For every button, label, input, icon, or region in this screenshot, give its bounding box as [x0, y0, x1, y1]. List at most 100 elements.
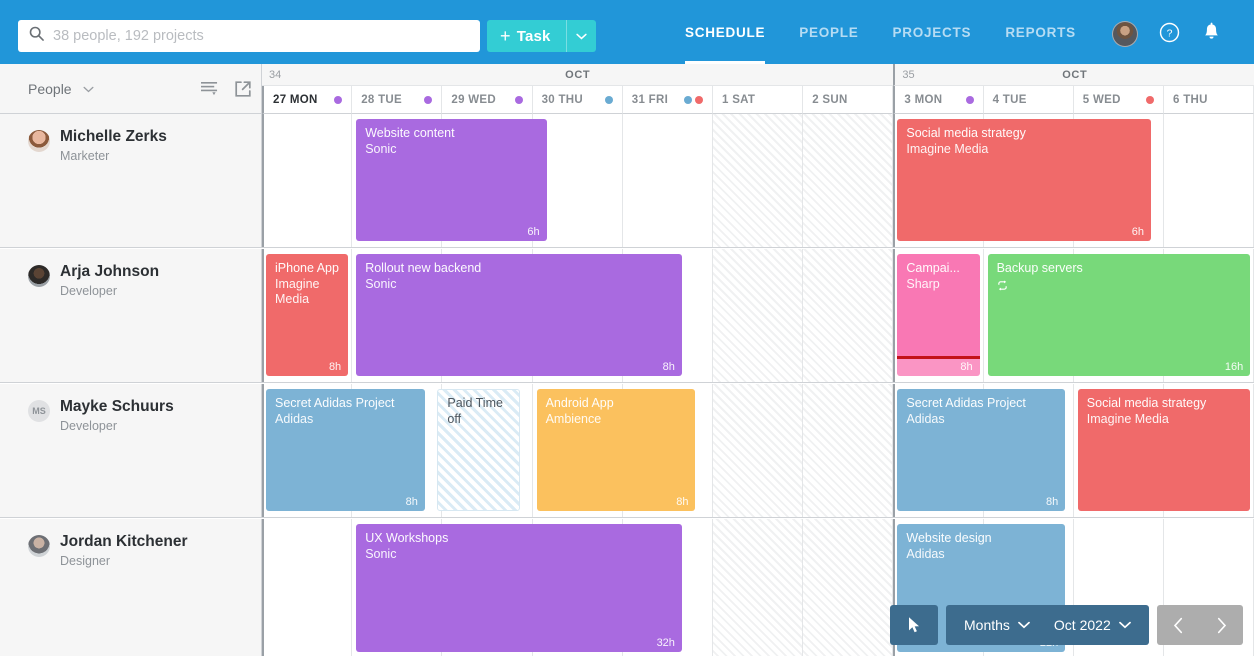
external-link-icon[interactable]: [234, 80, 252, 103]
event-dot: [334, 96, 342, 104]
task-project: Adidas: [266, 412, 425, 428]
day-header-cell[interactable]: 4 TUE: [984, 86, 1074, 114]
day-header-cell[interactable]: 1 SAT: [713, 86, 803, 114]
person-role: Designer: [60, 554, 187, 568]
task-project: Sonic: [356, 142, 546, 158]
day-label: 4 TUE: [993, 94, 1027, 106]
task-block[interactable]: Backup servers16h: [988, 254, 1251, 376]
task-block[interactable]: iPhone AppImagine Media8h: [266, 254, 348, 376]
day-event-dots: [424, 96, 432, 104]
month-label: OCT: [895, 69, 1254, 81]
next-period-button[interactable]: [1200, 605, 1243, 645]
task-block[interactable]: Secret Adidas ProjectAdidas8h: [897, 389, 1065, 511]
day-label: 30 THU: [542, 94, 583, 106]
day-header-cell[interactable]: 27 MON: [262, 86, 352, 114]
day-column-cell[interactable]: [623, 114, 713, 247]
task-title: Social media strategy: [1078, 389, 1250, 412]
task-block[interactable]: Secret Adidas ProjectAdidas8h: [266, 389, 425, 511]
task-project: Sharp: [897, 277, 979, 293]
day-header-cell[interactable]: 31 FRI: [623, 86, 713, 114]
day-column-cell[interactable]: [803, 249, 893, 382]
task-title: iPhone App: [266, 254, 348, 277]
people-group-label: People: [28, 81, 72, 97]
day-column-cell[interactable]: [713, 249, 803, 382]
person-cell[interactable]: Jordan KitchenerDesigner: [0, 519, 262, 656]
nav-item-people[interactable]: PEOPLE: [782, 0, 875, 64]
day-header-cell[interactable]: 3 MON: [893, 86, 983, 114]
task-block[interactable]: Campai...Sharp 8h: [897, 254, 979, 376]
add-task-dropdown-toggle[interactable]: [566, 20, 596, 52]
notifications-bell-icon[interactable]: [1202, 22, 1221, 48]
day-event-dots: [334, 96, 342, 104]
schedule-row: Arja JohnsonDeveloperiPhone AppImagine M…: [0, 249, 1254, 383]
task-block[interactable]: UX WorkshopsSonic32h: [356, 524, 682, 652]
task-title: Rollout new backend: [356, 254, 682, 277]
task-block[interactable]: Social media strategyImagine Media: [1078, 389, 1250, 511]
day-header-cell[interactable]: 30 THU: [533, 86, 623, 114]
day-column-cell[interactable]: [262, 114, 352, 247]
person-cell[interactable]: MSMayke SchuursDeveloper: [0, 384, 262, 517]
zoom-level-select[interactable]: Months: [952, 617, 1042, 633]
day-column-cell[interactable]: [803, 519, 893, 656]
day-label: 27 MON: [273, 94, 318, 106]
day-column-cell[interactable]: [803, 384, 893, 517]
task-title: Social media strategy: [897, 119, 1151, 142]
day-label: 31 FRI: [632, 94, 668, 106]
day-column-cell[interactable]: [803, 114, 893, 247]
day-column-cell[interactable]: [262, 519, 352, 656]
day-header-cell[interactable]: 5 WED: [1074, 86, 1164, 114]
person-role: Developer: [60, 419, 174, 433]
pointer-cursor-button[interactable]: [890, 605, 938, 645]
task-hours: 32h: [657, 637, 675, 649]
add-task-button-main[interactable]: + Task: [487, 20, 566, 52]
period-select[interactable]: Oct 2022: [1042, 617, 1143, 633]
day-event-dots: [966, 96, 974, 104]
person-cell[interactable]: Arja JohnsonDeveloper: [0, 249, 262, 382]
nav-item-reports[interactable]: REPORTS: [988, 0, 1093, 64]
task-block[interactable]: Social media strategyImagine Media6h: [897, 119, 1151, 241]
task-block[interactable]: Rollout new backendSonic8h: [356, 254, 682, 376]
search-box[interactable]: [18, 20, 480, 52]
day-column-cell[interactable]: [713, 114, 803, 247]
day-event-dots: [605, 96, 613, 104]
person-cell[interactable]: Michelle Zerks Marketer: [0, 114, 262, 247]
nav-label: SCHEDULE: [685, 25, 765, 40]
nav-item-projects[interactable]: PROJECTS: [876, 0, 989, 64]
repeat-icon: [988, 277, 1251, 296]
day-header-cell[interactable]: 29 WED: [442, 86, 532, 114]
add-task-button[interactable]: + Task: [487, 20, 596, 52]
avatar: MS: [28, 400, 50, 422]
day-label: 1 SAT: [722, 94, 755, 106]
nav-item-schedule[interactable]: SCHEDULE: [668, 0, 782, 64]
task-title: Campai...: [897, 254, 979, 277]
people-group-dropdown[interactable]: People: [28, 81, 94, 97]
day-header-cell[interactable]: 28 TUE: [352, 86, 442, 114]
task-hours: 8h: [960, 361, 972, 373]
sort-list-icon[interactable]: [200, 80, 219, 102]
day-header-cell[interactable]: 2 SUN: [803, 86, 893, 114]
day-column-cell[interactable]: [1164, 114, 1254, 247]
search-input[interactable]: [53, 22, 463, 50]
day-column-cell[interactable]: [713, 519, 803, 656]
schedule-row: MSMayke SchuursDeveloperSecret Adidas Pr…: [0, 384, 1254, 518]
day-column-cell[interactable]: [713, 384, 803, 517]
user-avatar[interactable]: [1112, 21, 1138, 47]
task-project: Sonic: [356, 547, 682, 563]
person-name: Michelle Zerks: [60, 128, 167, 146]
day-header-cell[interactable]: 6 THU: [1164, 86, 1254, 114]
chevron-down-icon: [576, 33, 587, 40]
nav-label: PROJECTS: [893, 25, 972, 40]
day-cells-container: 27 MON 28 TUE29 WED 30 THU 31 FRI 1 SAT 2 SUN…: [262, 86, 1254, 114]
pointer-cursor-icon: [907, 616, 921, 634]
day-label: 2 SUN: [812, 94, 847, 106]
task-project: Adidas: [897, 547, 1065, 563]
event-dot: [684, 96, 692, 104]
person-role: Marketer: [60, 149, 167, 163]
previous-period-button[interactable]: [1157, 605, 1200, 645]
help-icon[interactable]: ?: [1159, 22, 1180, 48]
event-dot: [1146, 96, 1154, 104]
time-off-block[interactable]: Paid Time off: [437, 389, 519, 511]
task-block[interactable]: Android AppAmbience8h: [537, 389, 696, 511]
nav-label: REPORTS: [1005, 25, 1076, 40]
task-block[interactable]: Website contentSonic6h: [356, 119, 546, 241]
